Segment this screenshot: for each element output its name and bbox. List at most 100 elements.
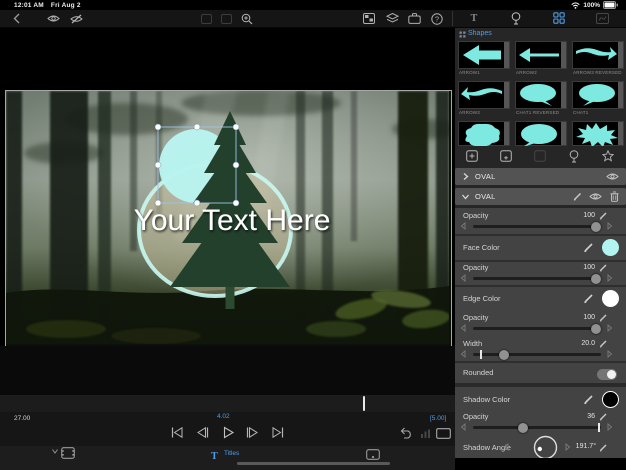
layer-row-oval-expanded[interactable]: OVAL xyxy=(455,188,626,205)
shapes-header-label: Shapes xyxy=(468,30,492,37)
property-value: 100 xyxy=(583,314,595,321)
background-checker-icon[interactable] xyxy=(362,12,376,25)
property-value: 191.7° xyxy=(576,443,596,450)
edit-pencil-icon[interactable] xyxy=(583,293,594,304)
opacity-slider-2[interactable] xyxy=(455,273,626,284)
elapsed-timecode: 27.00 xyxy=(14,415,30,422)
property-label: Opacity xyxy=(463,412,488,421)
property-label: Width xyxy=(463,339,482,348)
property-label: Edge Color xyxy=(463,294,501,303)
shape-tile-arrow1[interactable] xyxy=(458,41,510,69)
shadow-color-swatch[interactable] xyxy=(602,391,619,408)
tab-text[interactable]: T xyxy=(466,11,482,25)
edit-pencil-icon[interactable] xyxy=(599,313,608,322)
shape-tile-explosion[interactable] xyxy=(572,121,624,146)
display-output-button[interactable] xyxy=(436,428,450,442)
shapes-header: Shapes xyxy=(455,28,626,40)
preview-frame-icon[interactable] xyxy=(366,449,380,463)
width-slider[interactable] xyxy=(455,349,626,360)
toolbar-divider xyxy=(452,11,453,26)
default-value-tick xyxy=(598,423,600,432)
slider-increment-icon[interactable] xyxy=(607,423,615,431)
titles-source-label[interactable]: Titles xyxy=(224,450,239,457)
shape-tile-arrow3[interactable] xyxy=(458,81,510,109)
show-overlays-icon[interactable] xyxy=(46,12,60,25)
edit-pencil-icon[interactable] xyxy=(599,263,608,272)
shape-tile-chat2[interactable] xyxy=(515,121,567,146)
shape-tile-chat1-reversed[interactable] xyxy=(515,81,567,109)
edit-pencil-icon[interactable] xyxy=(583,394,594,405)
save-preset-icon[interactable] xyxy=(499,149,513,163)
status-time: 12:01 AM xyxy=(14,2,44,9)
overlay-title-text[interactable]: Your Text Here xyxy=(134,204,331,237)
tab-shapes-library-active[interactable] xyxy=(551,11,567,25)
opacity-slider-3[interactable] xyxy=(455,323,626,334)
edit-pencil-icon[interactable] xyxy=(599,412,608,421)
layer-row-oval-collapsed[interactable]: OVAL xyxy=(455,168,626,185)
face-color-swatch[interactable] xyxy=(602,239,619,256)
previous-clip-button[interactable] xyxy=(170,426,184,440)
chevron-right-icon[interactable] xyxy=(461,172,470,181)
slider-decrement-icon[interactable] xyxy=(460,274,468,282)
rounded-toggle[interactable] xyxy=(597,369,617,380)
slider-decrement-icon[interactable] xyxy=(460,423,468,431)
playhead[interactable] xyxy=(363,396,365,411)
angle-decrement-icon[interactable] xyxy=(503,443,511,451)
properties-panel: Opacity 100 Face Color Opacity 100 xyxy=(455,208,626,458)
property-label: Opacity xyxy=(463,263,488,272)
video-preview[interactable]: Your Text Here xyxy=(5,90,452,347)
edit-pencil-icon[interactable] xyxy=(583,242,594,253)
shadow-angle-dial[interactable] xyxy=(533,435,558,458)
next-clip-button[interactable] xyxy=(271,426,285,440)
slider-decrement-icon[interactable] xyxy=(460,324,468,332)
shape-tile-arrow3-reversed[interactable] xyxy=(572,41,624,69)
layer-name: OVAL xyxy=(475,192,496,201)
tab-shape-tool[interactable] xyxy=(508,11,524,25)
layers-icon[interactable] xyxy=(385,12,399,25)
zoom-in-icon[interactable] xyxy=(240,12,254,25)
help-icon[interactable]: ? xyxy=(430,12,444,25)
favorite-star-icon[interactable] xyxy=(601,149,615,163)
shape-name: ARROW2 xyxy=(516,70,568,75)
layer-visibility-icon[interactable] xyxy=(589,192,602,201)
next-frame-button[interactable] xyxy=(246,426,260,440)
undo-button[interactable] xyxy=(399,427,413,441)
shape-style-icon[interactable] xyxy=(567,149,581,163)
slider-decrement-icon[interactable] xyxy=(460,222,468,230)
timeline-scrollbar[interactable] xyxy=(237,462,390,465)
delete-layer-icon[interactable] xyxy=(610,191,619,202)
slider-increment-icon[interactable] xyxy=(607,222,615,230)
edit-pencil-icon[interactable] xyxy=(599,211,608,220)
disabled-tool-icon-2 xyxy=(219,12,233,25)
property-label: Face Color xyxy=(463,243,500,252)
shape-tile-chat2-reversed[interactable] xyxy=(458,121,510,146)
clip-duration: [5.00] xyxy=(430,415,446,422)
previous-frame-button[interactable] xyxy=(195,426,209,440)
slider-increment-icon[interactable] xyxy=(607,324,615,332)
opacity-slider-1[interactable] xyxy=(455,221,626,232)
chevron-down-icon[interactable] xyxy=(461,192,470,201)
timeline-ruler[interactable] xyxy=(0,395,455,412)
shape-tile-chat1[interactable] xyxy=(572,81,624,109)
titles-source-icon[interactable]: T xyxy=(211,446,225,460)
edit-pencil-icon[interactable] xyxy=(599,339,608,348)
shadow-opacity-slider[interactable] xyxy=(455,422,626,433)
play-button[interactable] xyxy=(221,426,235,440)
slider-increment-icon[interactable] xyxy=(607,274,615,282)
slider-decrement-icon[interactable] xyxy=(460,350,468,358)
edit-pencil-icon[interactable] xyxy=(599,443,608,452)
media-source-icon[interactable] xyxy=(61,447,75,461)
add-shape-icon[interactable] xyxy=(465,149,479,163)
edge-color-swatch[interactable] xyxy=(602,290,619,307)
shape-tile-arrow2[interactable] xyxy=(515,41,567,69)
angle-increment-icon[interactable] xyxy=(565,443,573,451)
svg-text:?: ? xyxy=(435,14,439,23)
project-briefcase-icon[interactable] xyxy=(407,12,421,25)
shapes-toolbar xyxy=(455,146,626,166)
shape-name: ARROW3 xyxy=(459,110,511,115)
layer-visibility-icon[interactable] xyxy=(606,172,619,181)
rename-layer-icon[interactable] xyxy=(573,191,583,201)
back-button[interactable] xyxy=(9,12,23,25)
slider-increment-icon[interactable] xyxy=(607,350,615,358)
hide-overlays-icon[interactable] xyxy=(69,12,83,25)
